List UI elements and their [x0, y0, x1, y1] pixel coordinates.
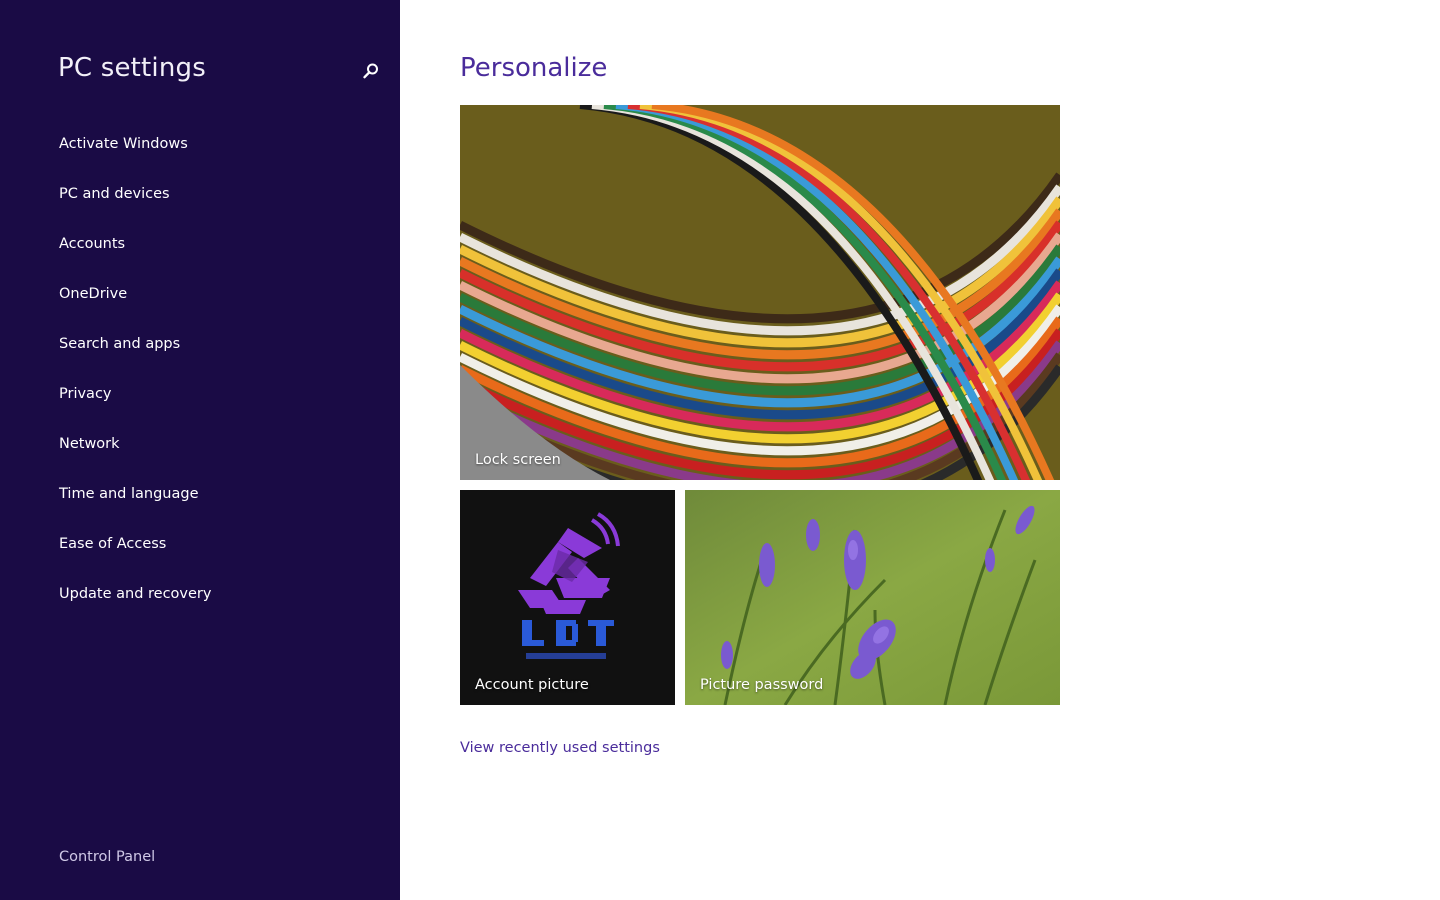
sidebar-item-pc-and-devices[interactable]: PC and devices: [59, 180, 211, 230]
sidebar-item-activate-windows[interactable]: Activate Windows: [59, 130, 211, 180]
sidebar-item-network[interactable]: Network: [59, 430, 211, 480]
sidebar-item-ease-of-access[interactable]: Ease of Access: [59, 530, 211, 580]
lock-screen-label: Lock screen: [475, 452, 561, 468]
sidebar-item-onedrive[interactable]: OneDrive: [59, 280, 211, 330]
lock-screen-image: [460, 105, 1060, 480]
sidebar-nav: Activate Windows PC and devices Accounts…: [59, 130, 211, 630]
search-icon: [363, 63, 378, 79]
picture-password-label: Picture password: [700, 677, 824, 693]
sidebar-title: PC settings: [58, 53, 206, 83]
sidebar-item-update-and-recovery[interactable]: Update and recovery: [59, 580, 211, 630]
search-button[interactable]: [356, 56, 386, 86]
account-picture-label: Account picture: [475, 677, 589, 693]
sidebar: PC settings Activate Windows PC and devi…: [0, 0, 400, 900]
account-picture-tile[interactable]: Account picture: [460, 490, 675, 705]
account-logo-image: [460, 490, 675, 705]
sidebar-item-search-and-apps[interactable]: Search and apps: [59, 330, 211, 380]
main-content: Personalize Lock screen Account picture …: [400, 0, 1440, 900]
sidebar-item-time-and-language[interactable]: Time and language: [59, 480, 211, 530]
sidebar-item-privacy[interactable]: Privacy: [59, 380, 211, 430]
picture-password-tile[interactable]: Picture password: [685, 490, 1060, 705]
lock-screen-tile[interactable]: Lock screen: [460, 105, 1060, 480]
page-title: Personalize: [460, 53, 608, 83]
picture-password-image: [685, 490, 1060, 705]
view-recent-settings-link[interactable]: View recently used settings: [460, 740, 660, 756]
sidebar-item-accounts[interactable]: Accounts: [59, 230, 211, 280]
control-panel-link[interactable]: Control Panel: [59, 849, 155, 865]
